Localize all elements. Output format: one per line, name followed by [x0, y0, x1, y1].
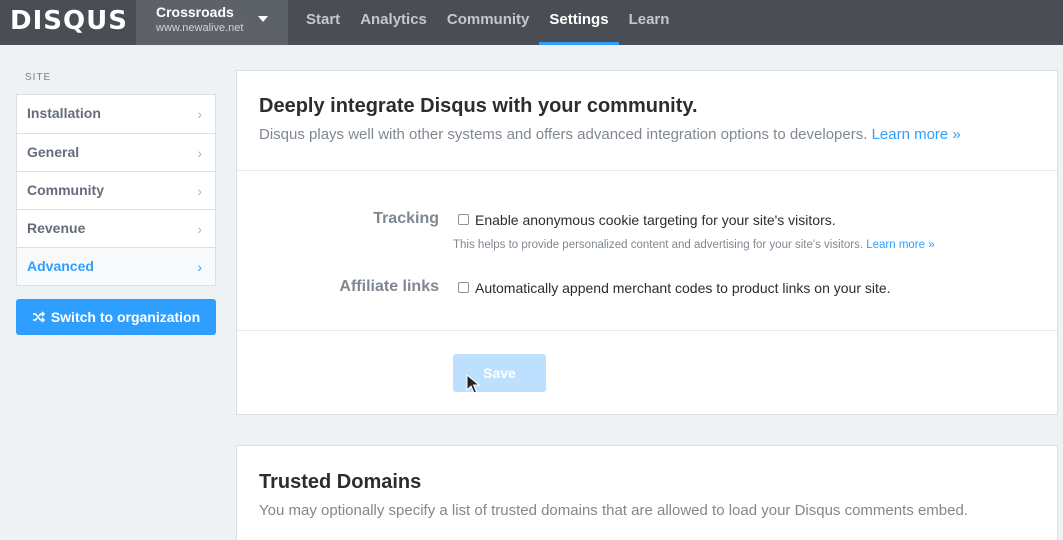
site-switcher[interactable]: Crossroads www.newalive.net	[136, 0, 288, 45]
integration-title: Deeply integrate Disqus with your commun…	[259, 95, 698, 117]
integration-description-text: Disqus plays well with other systems and…	[259, 126, 872, 143]
learn-more-link[interactable]: Learn more »	[872, 126, 961, 143]
affiliate-links-label: Affiliate links	[339, 278, 439, 295]
caret-down-icon	[258, 16, 268, 22]
top-bar: DISQUS Crossroads www.newalive.net Start…	[0, 0, 1063, 45]
tracking-checkbox-label[interactable]: Enable anonymous cookie targeting for yo…	[475, 212, 836, 228]
nav-learn[interactable]: Learn	[619, 0, 680, 45]
sidebar-item-label: Installation	[27, 105, 101, 121]
integration-description: Disqus plays well with other systems and…	[259, 126, 961, 143]
sidebar-item-label: Advanced	[27, 258, 94, 274]
chevron-right-icon: ›	[197, 183, 202, 199]
sidebar-item-installation[interactable]: Installation ›	[17, 95, 215, 133]
sidebar-item-label: Revenue	[27, 220, 86, 236]
sidebar-item-community[interactable]: Community ›	[17, 171, 215, 209]
divider	[237, 330, 1057, 331]
sidebar-heading: SITE	[25, 72, 52, 83]
integration-panel: Deeply integrate Disqus with your commun…	[236, 70, 1058, 415]
mouse-cursor-icon	[466, 374, 480, 394]
trusted-domains-title: Trusted Domains	[259, 471, 422, 493]
chevron-right-icon: ›	[197, 145, 202, 161]
main-nav: Start Analytics Community Settings Learn	[296, 0, 679, 45]
sidebar-item-label: Community	[27, 182, 104, 198]
nav-start[interactable]: Start	[296, 0, 350, 45]
site-name: Crossroads	[156, 4, 234, 20]
chevron-right-icon: ›	[197, 259, 202, 275]
disqus-logo[interactable]: DISQUS	[10, 6, 128, 36]
tracking-label: Tracking	[373, 210, 439, 227]
affiliate-links-checkbox[interactable]	[458, 282, 469, 293]
nav-community[interactable]: Community	[437, 0, 540, 45]
site-url: www.newalive.net	[156, 22, 244, 34]
trusted-domains-description: You may optionally specify a list of tru…	[259, 502, 968, 519]
tracking-checkbox[interactable]	[458, 214, 469, 225]
sidebar-item-revenue[interactable]: Revenue ›	[17, 209, 215, 247]
chevron-right-icon: ›	[197, 106, 202, 122]
trusted-domains-panel: Trusted Domains You may optionally speci…	[236, 445, 1058, 540]
switch-to-organization-button[interactable]: Switch to organization	[16, 299, 216, 335]
tracking-help-text-body: This helps to provide personalized conte…	[453, 239, 867, 251]
sidebar-item-label: General	[27, 144, 80, 160]
sidebar-menu: Installation › General › Community › Rev…	[16, 94, 216, 286]
chevron-right-icon: ›	[197, 221, 202, 237]
shuffle-icon	[32, 311, 45, 323]
nav-settings[interactable]: Settings	[539, 0, 619, 45]
switch-button-label: Switch to organization	[50, 309, 201, 325]
nav-analytics[interactable]: Analytics	[350, 0, 437, 45]
tracking-learn-more-link[interactable]: Learn more »	[866, 239, 934, 251]
tracking-help-text: This helps to provide personalized conte…	[453, 239, 935, 251]
divider	[237, 170, 1057, 171]
affiliate-links-checkbox-label[interactable]: Automatically append merchant codes to p…	[475, 280, 891, 296]
sidebar-item-advanced[interactable]: Advanced ›	[17, 247, 215, 285]
sidebar-item-general[interactable]: General ›	[17, 133, 215, 171]
